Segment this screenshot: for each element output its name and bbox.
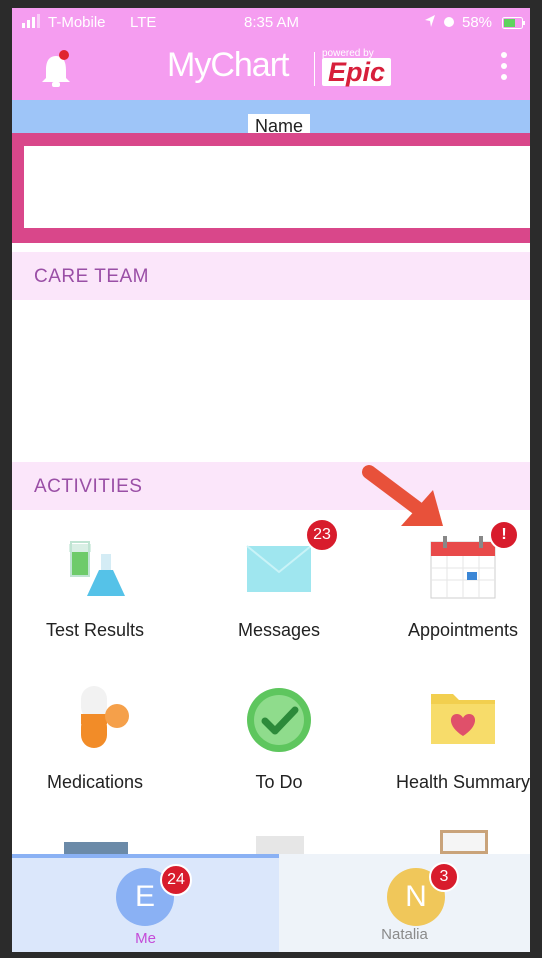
appointments-alert-badge: !	[489, 520, 519, 550]
care-team-header: CARE TEAM	[12, 252, 530, 300]
medications-label: Medications	[46, 772, 144, 792]
tile-to-do[interactable]: To Do	[199, 684, 359, 824]
messages-badge: 23	[305, 518, 339, 552]
time-text: 8:35 AM	[244, 14, 300, 31]
care-team-title: CARE TEAM	[34, 266, 150, 287]
tile-appointments[interactable]: ! Appointments	[383, 520, 542, 672]
logo-divider	[314, 52, 315, 86]
logo-mychart-text: MyChart	[167, 46, 289, 84]
notifications-bell-icon[interactable]	[38, 50, 74, 90]
more-menu-icon[interactable]	[500, 52, 508, 86]
to-do-label: To Do	[255, 772, 303, 792]
battery-icon	[502, 16, 526, 33]
partial-clipboard-icon	[440, 830, 488, 854]
tab-me-label: Me	[135, 930, 156, 947]
folder-heart-icon	[427, 684, 499, 756]
alarm-icon	[442, 14, 456, 32]
tile-health-summary[interactable]: Health Summary	[383, 684, 542, 824]
partial-tile-icon	[64, 842, 128, 854]
app-header: MyChart powered by Epic	[12, 38, 530, 100]
logo-epic-text: Epic	[322, 58, 392, 86]
carrier-text: T-Mobile	[48, 14, 106, 31]
checkmark-icon	[243, 684, 315, 756]
appointments-label: Appointments	[407, 620, 519, 640]
tab-natalia[interactable]: N 3 Natalia	[279, 854, 530, 952]
partial-tile-icon	[256, 836, 304, 854]
tile-messages[interactable]: 23 Messages	[199, 518, 359, 672]
messages-label: Messages	[237, 620, 321, 640]
test-tubes-icon	[59, 532, 131, 604]
network-text: LTE	[130, 14, 157, 31]
tile-medications[interactable]: Medications	[15, 684, 175, 824]
name-label: Name	[248, 114, 310, 136]
patient-name-field[interactable]	[24, 146, 534, 228]
envelope-icon	[243, 532, 315, 604]
location-icon	[424, 14, 436, 32]
tab-me[interactable]: E 24 Me	[12, 854, 279, 952]
tile-test-results[interactable]: Test Results	[15, 532, 175, 672]
battery-percent: 58%	[462, 14, 493, 31]
name-bar: Name	[12, 100, 530, 136]
annotation-arrow-icon	[355, 460, 455, 540]
me-badge: 24	[160, 864, 192, 896]
test-results-label: Test Results	[45, 620, 145, 640]
bottom-tab-bar: E 24 Me N 3 Natalia	[12, 854, 530, 952]
activities-title: ACTIVITIES	[34, 476, 143, 497]
mychart-logo: MyChart powered by Epic	[167, 44, 397, 94]
signal-icon	[22, 14, 42, 32]
health-summary-label: Health Summary	[395, 772, 531, 792]
calendar-icon	[427, 532, 499, 604]
pill-icon	[59, 684, 131, 756]
tab-natalia-label: Natalia	[381, 926, 428, 943]
status-bar: T-Mobile LTE 8:35 AM 58%	[12, 8, 530, 38]
natalia-badge: 3	[429, 862, 459, 892]
